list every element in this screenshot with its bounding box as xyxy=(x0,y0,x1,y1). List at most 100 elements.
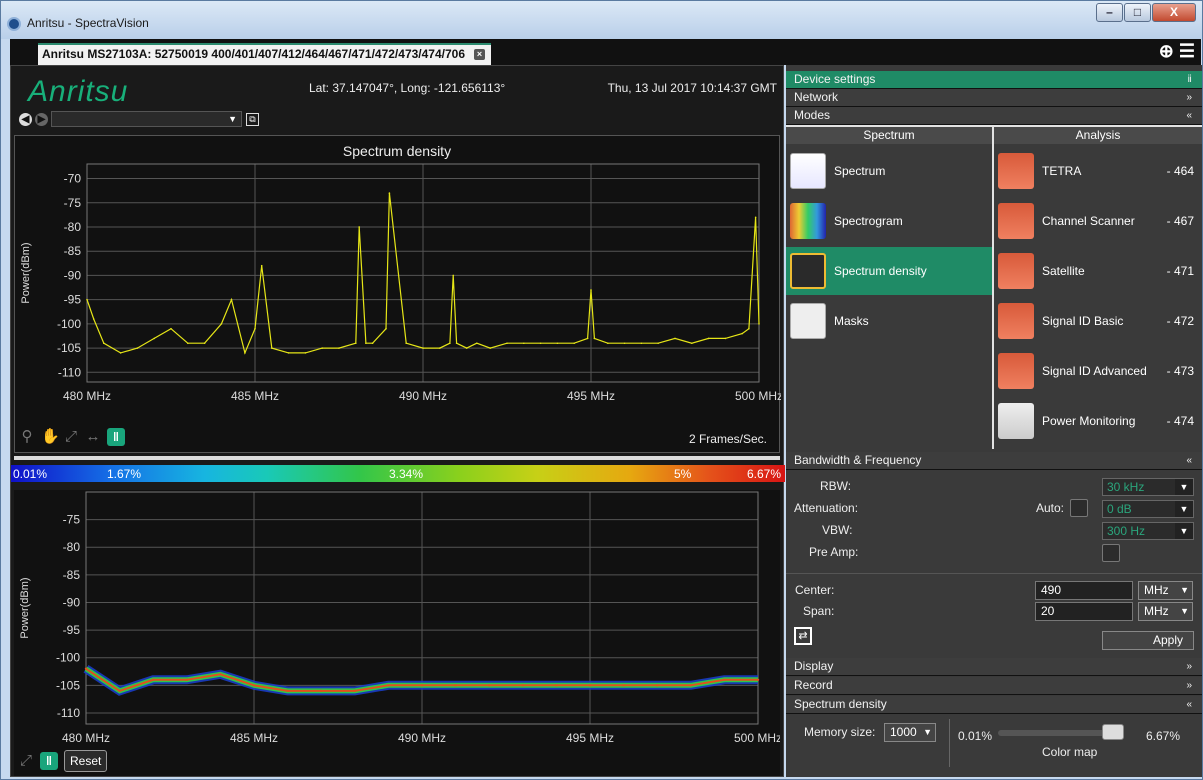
trace-point xyxy=(244,352,246,354)
menu-icon[interactable]: ☰ xyxy=(1179,41,1195,61)
pause-button[interactable]: ‖ xyxy=(40,752,58,770)
y-tick-label: -110 xyxy=(58,365,81,379)
pin-icon[interactable]: ⅱ xyxy=(1187,71,1192,88)
horizontal-expand-icon[interactable]: ↔ xyxy=(85,429,101,445)
trace-point xyxy=(86,298,88,301)
center-unit: MHz xyxy=(1144,583,1169,597)
vbw-dropdown[interactable]: 300 Hz ▼ xyxy=(1102,522,1194,540)
chevron-down-icon: ▼ xyxy=(923,727,932,737)
spectrum-density-section[interactable]: Spectrum density « xyxy=(786,696,1202,714)
close-button[interactable]: X xyxy=(1152,3,1196,22)
span-unit-dropdown[interactable]: MHz ▼ xyxy=(1138,602,1193,621)
add-tab-icon[interactable]: ⊕ xyxy=(1159,41,1174,61)
trace-point xyxy=(119,352,122,354)
export-icon[interactable]: ⧉ xyxy=(246,112,259,126)
spectrum-icon xyxy=(790,153,826,189)
chevron-down-icon: ▼ xyxy=(1180,585,1189,595)
bandwidth-frequency-section[interactable]: Bandwidth & Frequency « xyxy=(786,452,1202,470)
x-tick-label: 500 MHz xyxy=(735,389,781,403)
density-point xyxy=(420,684,424,687)
back-icon[interactable]: ◀ xyxy=(19,112,32,126)
colorbar-label-0: 0.01% xyxy=(13,467,48,481)
trace-point xyxy=(304,352,307,354)
apply-button[interactable]: Apply xyxy=(1102,631,1194,650)
tab-label: Anritsu MS27103A: 52750019 400/401/407/4… xyxy=(42,47,465,61)
mode-spectrum-density[interactable]: Spectrum density xyxy=(786,247,992,295)
option-number: - 474 xyxy=(1166,414,1194,428)
density-point xyxy=(656,684,659,687)
colorbar-label-2: 3.34% xyxy=(389,467,424,481)
trace-point xyxy=(506,342,508,345)
option-number: - 473 xyxy=(1166,364,1194,378)
mode-spectrum[interactable]: Spectrum xyxy=(786,147,992,195)
fit-icon[interactable]: ⤢ xyxy=(63,429,79,445)
y-tick-label: -95 xyxy=(64,293,82,307)
spectrum-chart[interactable]: -70 -75 -80 -85 -90 -95 -100 -105 -110 480 MHz 485… xyxy=(15,136,781,454)
memory-size-dropdown[interactable]: 1000 ▼ xyxy=(884,723,936,742)
y-tick-label: -70 xyxy=(64,172,82,186)
density-point xyxy=(622,684,625,687)
y-tick-label: -90 xyxy=(64,268,82,282)
density-chart[interactable]: -75 -80 -85 -90 -95 -100 -105 -110 480 MHz 485 MH… xyxy=(14,490,780,776)
trace-point xyxy=(455,342,458,345)
pan-hand-icon[interactable]: ✋ xyxy=(41,429,60,445)
rbw-value: 30 kHz xyxy=(1107,480,1145,494)
swap-icon[interactable]: ⇄ xyxy=(794,627,812,645)
trace-select[interactable]: ▼ xyxy=(51,111,242,127)
chevron-down-icon: ▼ xyxy=(1175,523,1193,539)
density-point xyxy=(118,689,121,693)
memory-size-value: 1000 xyxy=(890,725,917,739)
minimize-button[interactable]: – xyxy=(1096,3,1123,22)
mode-masks[interactable]: Masks xyxy=(786,297,992,345)
trace-point xyxy=(452,274,455,277)
density-point xyxy=(723,678,726,682)
attenuation-label: Attenuation: xyxy=(794,501,859,515)
color-scale-bar: 0.01% 1.67% 3.34% 5% 6.67% xyxy=(11,465,785,482)
center-unit-dropdown[interactable]: MHz ▼ xyxy=(1138,581,1193,600)
rbw-dropdown[interactable]: 30 kHz ▼ xyxy=(1102,478,1194,496)
panel-divider[interactable] xyxy=(14,456,780,460)
colorbar-label-4: 6.67% xyxy=(746,467,781,481)
reset-button[interactable]: Reset xyxy=(64,750,108,772)
mode-tetra[interactable]: TETRA - 464 xyxy=(994,147,1202,195)
network-section[interactable]: Network » xyxy=(786,89,1202,107)
density-point xyxy=(185,678,188,682)
color-map-caption: Color map xyxy=(1042,745,1098,759)
trace-point xyxy=(136,347,139,349)
option-number: - 472 xyxy=(1166,314,1194,328)
chevron-up-icon: « xyxy=(1186,699,1192,710)
center-input[interactable]: 490 xyxy=(1035,581,1133,600)
y-tick-label: -100 xyxy=(57,317,81,331)
preamp-checkbox[interactable] xyxy=(1102,544,1120,562)
trace-point xyxy=(371,342,374,345)
trace-point xyxy=(449,342,451,345)
trace-point xyxy=(724,337,727,340)
mode-signal-id-basic[interactable]: Signal ID Basic - 472 xyxy=(994,297,1202,345)
modes-grid: Spectrum Analysis Spectrum Spectrogram S… xyxy=(786,125,1202,449)
mode-label: Masks xyxy=(834,314,869,328)
color-map-slider[interactable] xyxy=(998,724,1124,740)
slider-thumb[interactable] xyxy=(1102,724,1124,740)
y-tick-label: -75 xyxy=(64,196,82,210)
zoom-icon[interactable]: ⚲ xyxy=(19,429,35,445)
span-input[interactable]: 20 xyxy=(1035,602,1133,621)
tab-device[interactable]: Anritsu MS27103A: 52750019 400/401/407/4… xyxy=(38,43,491,65)
auto-checkbox[interactable] xyxy=(1070,499,1088,517)
display-section[interactable]: Display » xyxy=(786,658,1202,676)
trace-point xyxy=(321,347,324,349)
x-tick-label: 485 MHz xyxy=(231,389,279,403)
mode-power-monitoring[interactable]: Power Monitoring - 474 xyxy=(994,397,1202,445)
tab-close-icon[interactable]: × xyxy=(474,49,485,60)
pause-button[interactable]: ‖ xyxy=(107,428,125,446)
attenuation-dropdown[interactable]: 0 dB ▼ xyxy=(1102,500,1194,518)
record-section[interactable]: Record » xyxy=(786,677,1202,695)
modes-section[interactable]: Modes « xyxy=(786,107,1202,125)
forward-icon[interactable]: ▶ xyxy=(35,112,48,126)
mode-channel-scanner[interactable]: Channel Scanner - 467 xyxy=(994,197,1202,245)
maximize-button[interactable]: □ xyxy=(1124,3,1151,22)
mode-satellite[interactable]: Satellite - 471 xyxy=(994,247,1202,295)
mode-signal-id-advanced[interactable]: Signal ID Advanced - 473 xyxy=(994,347,1202,395)
trace-point xyxy=(385,327,387,330)
mode-spectrogram[interactable]: Spectrogram xyxy=(786,197,992,245)
fit-icon[interactable]: ⤢ xyxy=(18,753,34,769)
